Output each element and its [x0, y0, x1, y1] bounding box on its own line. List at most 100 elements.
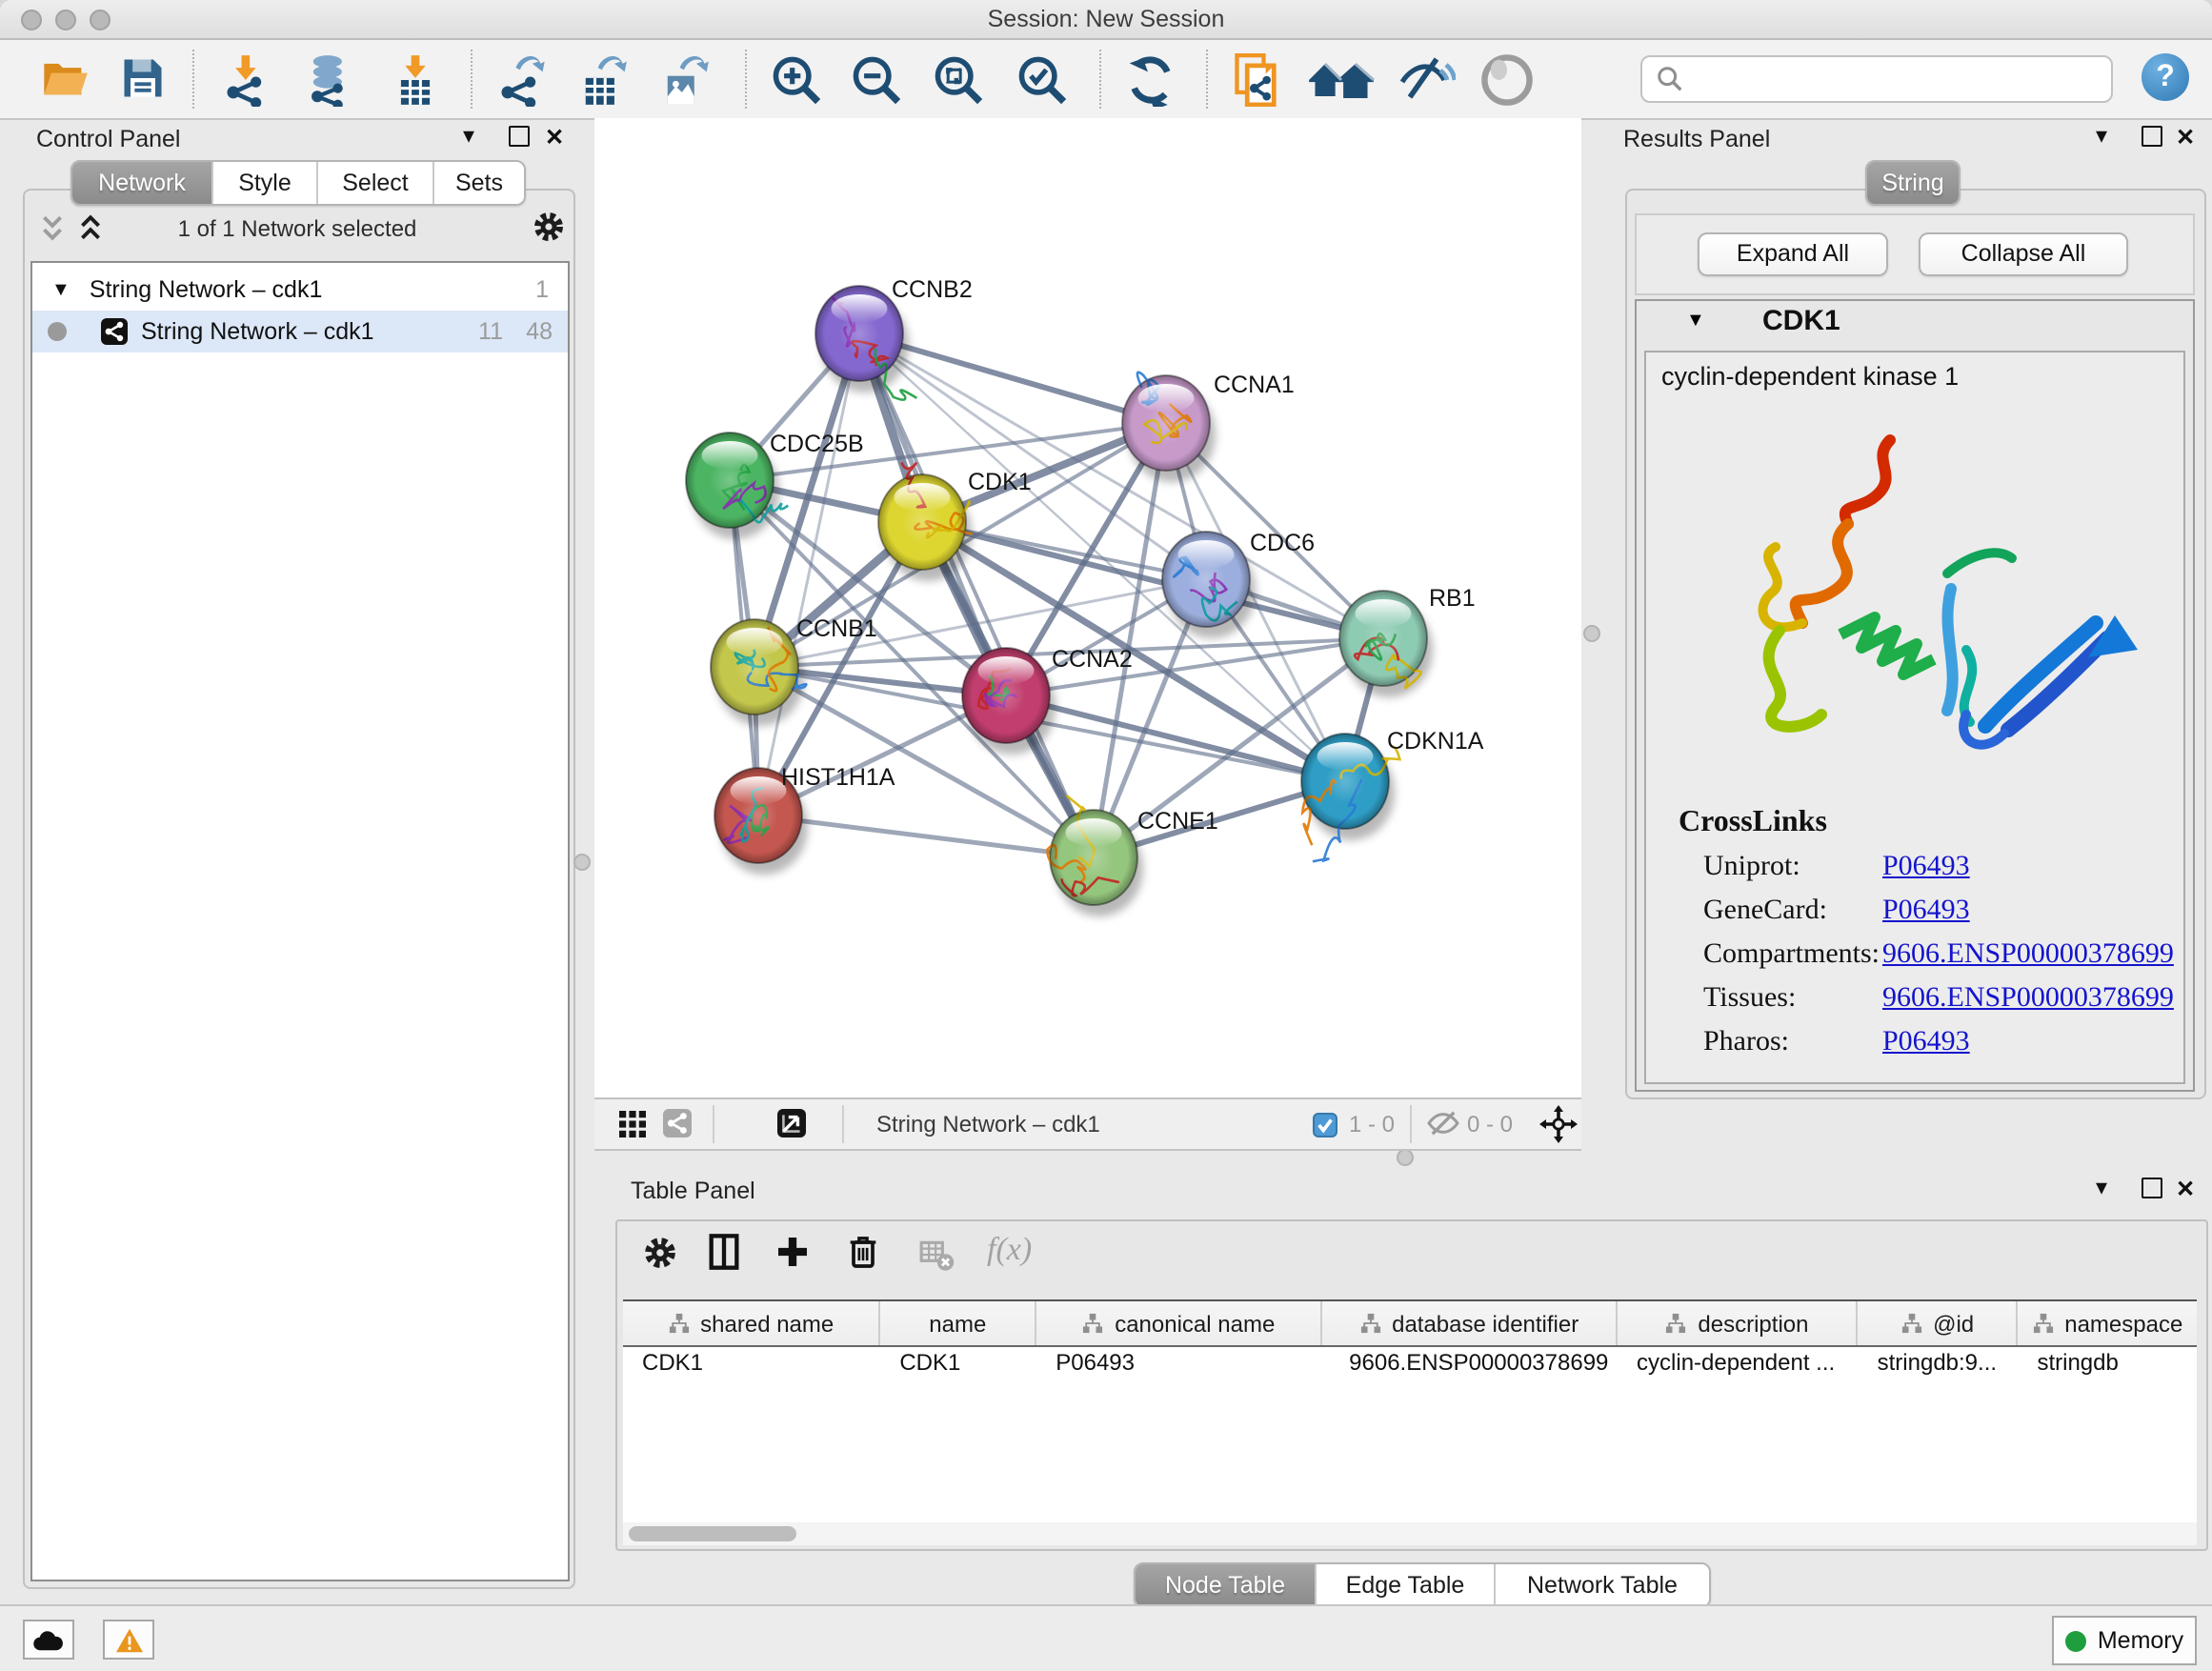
gene-collapse-icon[interactable]: ▼ — [1686, 311, 1705, 332]
crosslink-row: Pharos: — [1703, 1027, 1789, 1059]
home-icon[interactable] — [1307, 53, 1364, 107]
share-document-icon[interactable] — [1231, 53, 1288, 107]
selected-indicator-checkbox[interactable] — [1313, 1113, 1337, 1137]
zoom-selected-icon[interactable] — [1016, 53, 1073, 107]
table-horizontal-scrollbar[interactable] — [623, 1522, 2197, 1545]
left-splitter-handle[interactable] — [573, 854, 591, 871]
column-header[interactable]: canonical name — [1036, 1301, 1322, 1345]
node-label: HIST1H1A — [781, 764, 895, 791]
grid-view-icon[interactable] — [617, 1109, 648, 1139]
network-options-gear-icon[interactable] — [532, 210, 566, 244]
node-label: CDK1 — [968, 469, 1032, 495]
control-panel-float-icon[interactable] — [509, 126, 530, 152]
highlight-eye-icon[interactable] — [1478, 53, 1536, 107]
results-panel-close-icon[interactable]: ✕ — [2176, 124, 2195, 151]
collection-count: 1 — [535, 276, 549, 303]
cloud-status-button[interactable] — [23, 1620, 74, 1660]
show-graphics-details-icon[interactable] — [1398, 53, 1456, 107]
zoom-in-icon[interactable] — [770, 53, 827, 107]
current-network-dot-icon — [48, 322, 67, 341]
bottom-splitter-handle[interactable] — [1397, 1149, 1414, 1166]
toolbar-separator — [745, 50, 747, 109]
birds-eye-view-icon[interactable] — [777, 1109, 806, 1137]
expand-all-button[interactable]: Expand All — [1698, 232, 1888, 276]
show-columns-icon[interactable] — [705, 1233, 743, 1271]
network-row-selected[interactable]: String Network – cdk1 11 48 — [32, 311, 568, 352]
search-input[interactable] — [1692, 64, 2111, 94]
table-type-tabs: Node Table Edge Table Network Table — [1134, 1562, 1711, 1608]
export-network-icon[interactable] — [495, 53, 553, 107]
node-label: CCNA1 — [1214, 372, 1295, 398]
tab-network-table[interactable]: Network Table — [1496, 1564, 1709, 1606]
toolbar-separator — [192, 50, 194, 109]
save-session-icon[interactable] — [118, 53, 175, 107]
tab-node-table[interactable]: Node Table — [1136, 1564, 1317, 1606]
collapse-all-button[interactable]: Collapse All — [1919, 232, 2128, 276]
scrollbar-thumb[interactable] — [629, 1526, 796, 1541]
crosslink-link[interactable]: P06493 — [1882, 896, 1970, 928]
delete-column-trash-icon[interactable] — [844, 1233, 882, 1271]
crosslink-link[interactable]: P06493 — [1882, 1027, 1970, 1059]
results-panel-float-icon[interactable] — [2142, 126, 2162, 152]
export-image-icon[interactable] — [657, 53, 714, 107]
column-header[interactable]: shared name — [623, 1301, 880, 1345]
crosslink-row: Tissues: — [1703, 983, 1796, 1016]
tab-select[interactable]: Select — [318, 162, 434, 204]
crosslink-link[interactable]: 9606.ENSP00000378699 — [1882, 939, 2174, 972]
network-tree: ▼ String Network – cdk1 1 String Network… — [30, 261, 570, 1581]
network-graph[interactable]: CCNB2CCNA1CDC25BCDK1CDC6RB1CCNB1CCNA2CDK… — [594, 118, 1581, 1097]
main-toolbar: ? — [0, 40, 2212, 120]
control-panel-menu-icon[interactable]: ▾ — [463, 122, 474, 149]
string-network-icon — [101, 318, 128, 345]
import-network-database-icon[interactable] — [303, 53, 360, 107]
help-button[interactable]: ? — [2142, 53, 2189, 101]
control-panel-close-icon[interactable]: ✕ — [545, 124, 564, 151]
gene-description: cyclin-dependent kinase 1 — [1661, 362, 1959, 391]
column-header[interactable]: database identifier — [1322, 1301, 1618, 1345]
open-session-icon[interactable] — [38, 53, 95, 107]
import-network-icon[interactable] — [221, 53, 278, 107]
table-panel-close-icon[interactable]: ✕ — [2176, 1176, 2195, 1202]
node-label: CCNA2 — [1052, 646, 1133, 673]
import-table-icon[interactable] — [389, 53, 446, 107]
fit-selected-crosshair-icon[interactable] — [1539, 1105, 1578, 1143]
export-table-icon[interactable] — [575, 53, 633, 107]
column-header[interactable]: name — [880, 1301, 1036, 1345]
toolbar-separator — [471, 50, 473, 109]
tab-edge-table[interactable]: Edge Table — [1317, 1564, 1496, 1606]
warning-icon — [113, 1626, 144, 1653]
column-header[interactable]: @id — [1859, 1301, 2019, 1345]
selected-nodes-edges-count: 1 - 0 — [1349, 1111, 1395, 1137]
table-panel-float-icon[interactable] — [2142, 1178, 2162, 1204]
tab-sets[interactable]: Sets — [434, 162, 524, 204]
right-splitter-handle[interactable] — [1583, 625, 1600, 642]
collection-expand-icon[interactable]: ▼ — [51, 279, 70, 300]
tab-string[interactable]: String — [1867, 162, 1959, 204]
network-collection-row[interactable]: ▼ String Network – cdk1 1 — [32, 269, 568, 311]
hidden-eye-slash-icon — [1425, 1109, 1461, 1137]
crosslink-row: Compartments: — [1703, 939, 1880, 972]
refresh-view-icon[interactable] — [1124, 53, 1181, 107]
results-panel-menu-icon[interactable]: ▾ — [2096, 122, 2107, 149]
memory-button[interactable]: Memory — [2052, 1616, 2197, 1665]
zoom-out-icon[interactable] — [850, 53, 907, 107]
crosslink-link[interactable]: 9606.ENSP00000378699 — [1882, 983, 2174, 1016]
tab-style[interactable]: Style — [213, 162, 318, 204]
table-panel-menu-icon[interactable]: ▾ — [2096, 1174, 2107, 1200]
zoom-fit-icon[interactable] — [932, 53, 989, 107]
table-settings-gear-icon[interactable] — [642, 1235, 678, 1271]
table-row[interactable]: CDK1 CDK1 P06493 9606.ENSP00000378699 cy… — [623, 1349, 2197, 1387]
memory-status-dot — [2065, 1630, 2086, 1651]
crosslink-link[interactable]: P06493 — [1882, 852, 1970, 884]
column-header[interactable]: namespace — [2019, 1301, 2197, 1345]
string-view-icon[interactable] — [663, 1109, 692, 1137]
control-panel-tabs: Network Style Select Sets — [70, 160, 526, 206]
add-column-icon[interactable] — [774, 1233, 812, 1271]
toolbar-separator — [1099, 50, 1101, 109]
column-header[interactable]: description — [1618, 1301, 1859, 1345]
tab-network[interactable]: Network — [72, 162, 213, 204]
warning-status-button[interactable] — [103, 1620, 154, 1660]
crosslink-label: Uniprot: — [1703, 852, 1800, 882]
table-header-row: shared name name canonical name database… — [623, 1301, 2197, 1347]
node-label: CCNB2 — [892, 276, 973, 303]
